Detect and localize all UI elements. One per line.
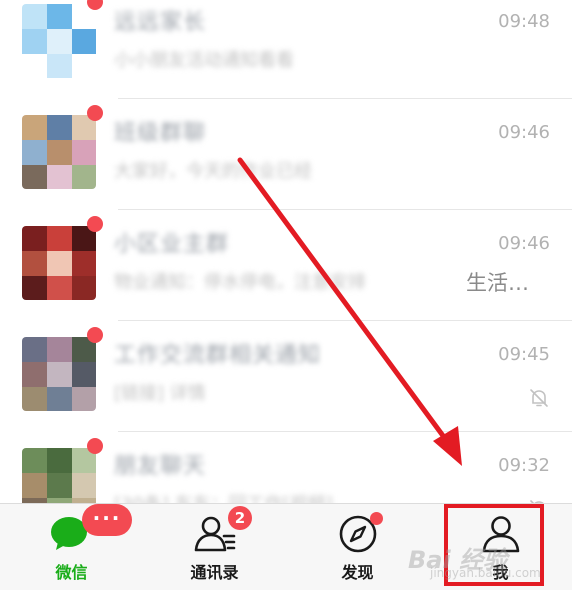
chat-preview-tail: 生活…: [466, 271, 529, 295]
avatar-mosaic-tile: [47, 448, 72, 473]
avatar-mosaic-tile: [47, 140, 72, 165]
chat-row[interactable]: 小区业主群物业通知：停水停电，注意安排 生活… 09:46: [0, 210, 572, 321]
chat-name: 朋友聊天: [114, 454, 207, 479]
unread-dot: [87, 0, 103, 10]
avatar-mosaic-tile: [72, 29, 96, 54]
avatar-mosaic-tile: [72, 387, 96, 411]
unread-dot: [87, 216, 103, 232]
avatar-mosaic-tile: [47, 29, 72, 54]
chat-preview: [链接] 详情: [114, 383, 206, 404]
avatar-mosaic-tile: [22, 362, 47, 387]
avatar-mosaic-tile: [72, 140, 96, 165]
discover-badge: [370, 512, 383, 525]
avatar-mosaic-tile: [47, 4, 72, 29]
avatar-mosaic-tile: [47, 226, 72, 251]
avatar-mosaic-tile: [22, 29, 47, 54]
chat-preview: 小小朋友活动通知看看: [114, 50, 294, 71]
avatar-mosaic-tile: [47, 251, 72, 276]
avatar-mosaic-tile: [72, 251, 96, 276]
chat-row[interactable]: 朋友聊天 [30条] 东东：回工作[视频] 09:32: [0, 432, 572, 503]
tab-wechat[interactable]: ··· 微信: [0, 504, 143, 590]
avatar: [22, 337, 96, 411]
avatar-mosaic-tile: [22, 337, 47, 362]
avatar-mosaic-tile: [22, 115, 47, 140]
chat-time: 09:48: [498, 11, 550, 32]
avatar-mosaic-tile: [22, 387, 47, 411]
tab-label: 微信: [55, 563, 88, 582]
avatar-mosaic-tile: [22, 4, 47, 29]
mute-bell-icon: [530, 389, 548, 407]
avatar-mosaic-tile: [22, 251, 47, 276]
avatar-mosaic-tile: [22, 276, 47, 300]
chat-row[interactable]: 工作交流群相关通知 [链接] 详情 09:45: [0, 321, 572, 432]
avatar-mosaic-tile: [47, 115, 72, 140]
avatar-mosaic-tile: [22, 226, 47, 251]
chat-list: 远远家长 小小朋友活动通知看看 09:48 班级群聊 大家好，今天的作业已经 09:46 小…: [0, 0, 572, 503]
avatar: [22, 448, 96, 503]
avatar: [22, 115, 96, 189]
unread-dot: [87, 105, 103, 121]
chat-preview: 物业通知：停水停电，注意安排: [114, 272, 366, 293]
chat-row[interactable]: 班级群聊大家好，今天的作业已经 09:46: [0, 99, 572, 210]
avatar-mosaic-tile: [47, 337, 72, 362]
avatar-mosaic-tile: [47, 362, 72, 387]
chat-time: 09:46: [498, 122, 550, 143]
avatar-mosaic-tile: [22, 448, 47, 473]
avatar: [22, 226, 96, 300]
watermark-url: jingyan.baidu.com: [430, 566, 541, 580]
chat-preview: 大家好，今天的作业已经: [114, 161, 312, 182]
avatar-mosaic-tile: [72, 362, 96, 387]
unread-dot: [87, 438, 103, 454]
contacts-badge: 2: [228, 506, 252, 530]
avatar-mosaic-tile: [72, 54, 96, 78]
avatar-mosaic-tile: [47, 276, 72, 300]
avatar-mosaic-tile: [47, 54, 72, 78]
chat-name: 班级群聊: [114, 121, 207, 146]
avatar-mosaic-tile: [72, 276, 96, 300]
avatar-mosaic-tile: [22, 54, 47, 78]
avatar-mosaic-tile: [72, 165, 96, 189]
unread-dot: [87, 327, 103, 343]
avatar-mosaic-tile: [22, 165, 47, 189]
avatar-mosaic-tile: [47, 473, 72, 498]
avatar-mosaic-tile: [72, 473, 96, 498]
chat-row[interactable]: 远远家长小小朋友活动通知看看 09:48: [0, 0, 572, 99]
chat-name: 远远家长: [114, 10, 207, 35]
avatar-mosaic-tile: [47, 165, 72, 189]
tab-label: 通讯录: [190, 563, 239, 582]
more-badge: ···: [82, 504, 132, 536]
avatar-mosaic-tile: [22, 140, 47, 165]
chat-preview: [30条] 东东：回工作[视频]: [114, 492, 333, 503]
chat-time: 09:45: [498, 344, 550, 365]
avatar-mosaic-tile: [47, 387, 72, 411]
avatar: [22, 4, 96, 78]
chat-time: 09:46: [498, 233, 550, 254]
chat-time: 09:32: [498, 455, 550, 476]
chat-name: 小区业主群: [114, 232, 230, 257]
tab-contacts[interactable]: 2 通讯录: [143, 504, 286, 590]
avatar-mosaic-tile: [22, 473, 47, 498]
chat-name: 工作交流群相关通知: [114, 343, 322, 368]
